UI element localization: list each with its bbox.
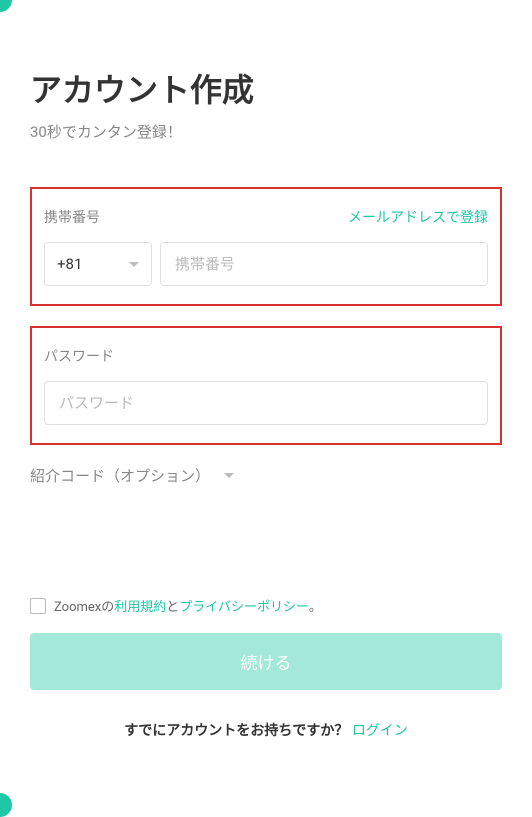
phone-input-row: +81: [44, 242, 488, 286]
privacy-policy-link[interactable]: プライバシーポリシー: [179, 600, 309, 615]
phone-label: 携帯番号: [44, 207, 100, 227]
phone-input[interactable]: [160, 242, 488, 286]
login-prompt-row: すでにアカウントをお持ちですか？ ログイン: [30, 720, 502, 740]
password-field-group: パスワード: [30, 326, 502, 445]
login-prompt-text: すでにアカウントをお持ちですか？: [124, 723, 352, 739]
terms-checkbox[interactable]: [30, 598, 46, 614]
password-field-header: パスワード: [44, 346, 488, 366]
terms-row: Zoomexの利用規約とプライバシーポリシー。: [30, 596, 502, 615]
referral-label: 紹介コード（オプション）: [30, 465, 210, 486]
chevron-down-icon: [224, 473, 234, 478]
terms-prefix: Zoomexの: [54, 600, 114, 615]
page-subtitle: 30秒でカンタン登録！: [30, 121, 502, 142]
password-input[interactable]: [44, 381, 488, 425]
login-link[interactable]: ログイン: [352, 723, 408, 739]
terms-connector: と: [166, 600, 179, 615]
country-code-select[interactable]: +81: [44, 242, 152, 286]
signup-form: アカウント作成 30秒でカンタン登録！ 携帯番号 メールアドレスで登録 +81 …: [0, 0, 532, 770]
continue-button[interactable]: 続ける: [30, 633, 502, 690]
terms-text: Zoomexの利用規約とプライバシーポリシー。: [54, 596, 322, 615]
referral-code-toggle[interactable]: 紹介コード（オプション）: [30, 465, 502, 486]
chevron-down-icon: [129, 262, 139, 267]
phone-field-header: 携帯番号 メールアドレスで登録: [44, 207, 488, 227]
terms-of-service-link[interactable]: 利用規約: [114, 600, 166, 615]
page-title: アカウント作成: [30, 65, 502, 111]
phone-field-group: 携帯番号 メールアドレスで登録 +81: [30, 187, 502, 306]
country-code-value: +81: [57, 255, 82, 273]
toggle-email-signup-link[interactable]: メールアドレスで登録: [348, 207, 488, 227]
terms-suffix: 。: [309, 600, 322, 615]
decorative-corner: [0, 793, 12, 817]
password-label: パスワード: [44, 346, 114, 366]
